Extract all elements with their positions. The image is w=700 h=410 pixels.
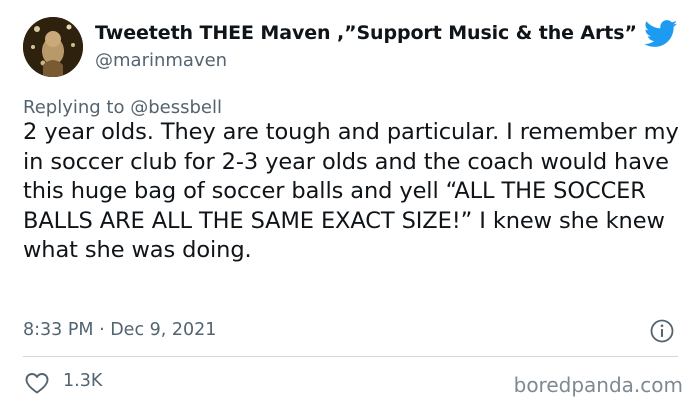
replying-to: Replying to @bessbell — [23, 97, 222, 118]
tweet-text: 2 year olds. They are tough and particul… — [23, 119, 679, 263]
like-count: 1.3K — [63, 371, 103, 391]
heart-icon[interactable] — [24, 371, 50, 395]
display-name[interactable]: Tweeteth THEE Maven ,”Support Music & th… — [95, 22, 637, 44]
reply-mention-link[interactable]: @bessbell — [130, 97, 222, 118]
user-handle[interactable]: @marinmaven — [95, 50, 227, 71]
tweet-timestamp[interactable]: 8:33 PM · Dec 9, 2021 — [23, 320, 216, 340]
avatar[interactable] — [23, 17, 83, 77]
info-icon[interactable] — [649, 318, 675, 344]
watermark: boredpanda.com — [513, 373, 683, 397]
replying-to-label: Replying to — [23, 97, 125, 118]
divider — [23, 356, 678, 357]
twitter-bird-icon — [644, 20, 678, 47]
profile-photo — [23, 17, 83, 77]
